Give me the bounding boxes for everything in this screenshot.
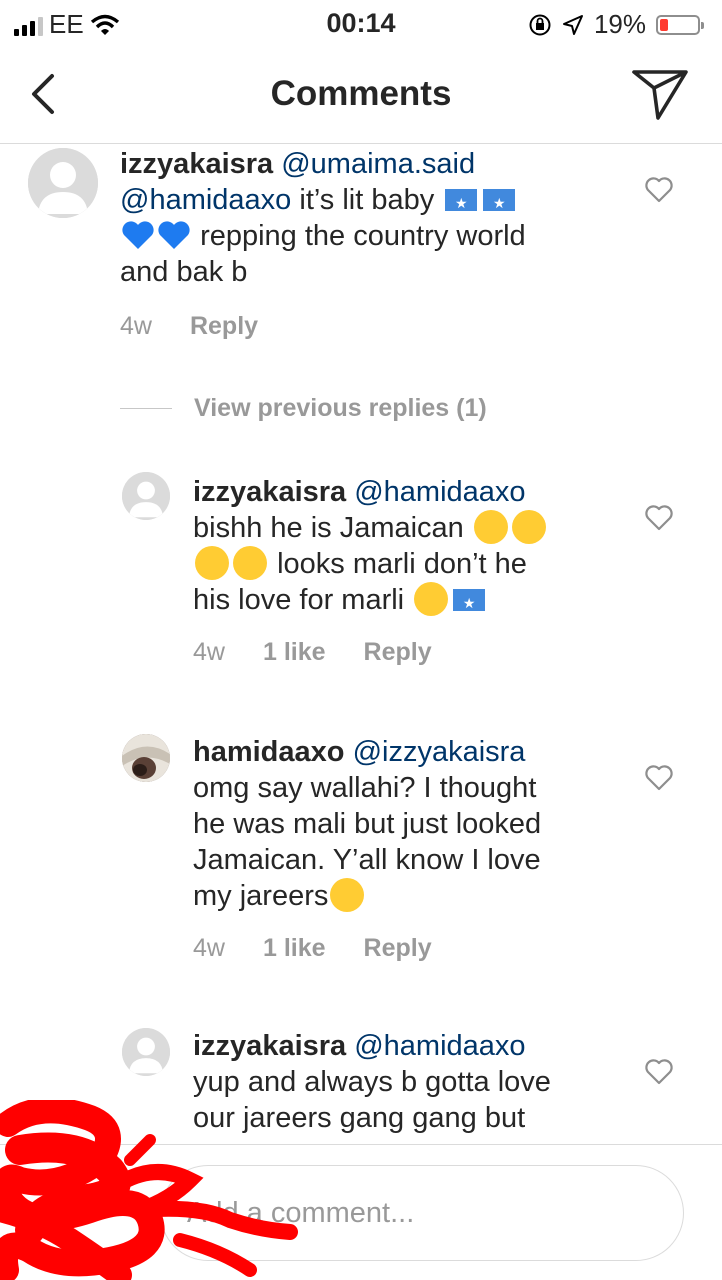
comment-text: my jareers (193, 880, 329, 912)
reply-button[interactable]: Reply (364, 934, 432, 963)
comment-mention[interactable]: @hamidaaxo (354, 1030, 525, 1062)
tears-of-joy-emoji (233, 546, 267, 580)
reply-item: izzyakaisra @hamidaaxo bishh he is Jamai… (0, 470, 722, 690)
comment-body: izzyakaisra @umaima.said @hamidaaxo it’s… (120, 146, 620, 290)
orientation-lock-icon (529, 14, 551, 35)
comment-text: omg say wallahi? I thought (193, 772, 537, 804)
blue-heart-emoji (122, 221, 154, 249)
reply-button[interactable]: Reply (190, 312, 258, 341)
status-right: 19% (528, 9, 704, 40)
comment-text: yup and always b gotta love (193, 1066, 551, 1098)
default-avatar-icon (28, 148, 98, 218)
reply-item: hamidaaxo @izzyakaisra omg say wallahi? … (0, 734, 722, 974)
comment-list[interactable]: izzyakaisra @umaima.said @hamidaaxo it’s… (0, 144, 722, 1144)
comment-input[interactable] (185, 1188, 659, 1238)
comment-meta: 4w 1 like Reply (193, 934, 432, 963)
avatar[interactable] (122, 734, 170, 782)
default-avatar-icon (122, 1028, 170, 1076)
divider-line (120, 408, 172, 409)
nav-header: Comments (0, 44, 722, 144)
likes-count[interactable]: 1 like (263, 934, 326, 963)
tears-of-joy-emoji (473, 510, 508, 544)
comment-bar (0, 1144, 722, 1280)
heart-icon[interactable] (644, 176, 674, 204)
avatar[interactable] (122, 1028, 170, 1076)
comment-body: izzyakaisra @hamidaaxo yup and always b … (193, 1028, 613, 1136)
comment-username[interactable]: izzyakaisra (193, 476, 346, 508)
view-previous-replies[interactable]: View previous replies (1) (120, 394, 487, 423)
battery-icon (656, 14, 704, 35)
somalia-flag-emoji (453, 585, 486, 621)
page-title: Comments (270, 74, 452, 113)
comment-meta: 4w Reply (120, 312, 258, 341)
avatar[interactable] (28, 148, 98, 218)
comment-text: he was mali but just looked (193, 808, 542, 840)
comment-mention[interactable]: @hamidaaxo (120, 184, 291, 216)
comment-text: our jareers gang gang but (193, 1102, 526, 1134)
tears-of-joy-emoji (195, 546, 229, 580)
comment-item: izzyakaisra @umaima.said @hamidaaxo it’s… (0, 144, 722, 384)
heart-eyes-emoji (330, 878, 365, 912)
comment-username[interactable]: hamidaaxo (193, 736, 345, 768)
heart-icon[interactable] (644, 764, 674, 792)
default-avatar-icon (122, 472, 170, 520)
profile-photo-icon (122, 734, 170, 782)
paper-plane-icon[interactable] (630, 66, 690, 122)
heart-icon[interactable] (644, 504, 674, 532)
tears-of-joy-emoji (511, 510, 546, 544)
comment-mention[interactable]: @umaima.said (281, 148, 475, 180)
comment-time: 4w (120, 312, 152, 340)
comment-username[interactable]: izzyakaisra (193, 1030, 346, 1062)
avatar[interactable] (122, 472, 170, 520)
status-bar: EE 00:14 19% (0, 0, 722, 44)
comment-text: repping the country world (200, 220, 526, 252)
likes-count[interactable]: 1 like (263, 638, 326, 667)
comment-username[interactable]: izzyakaisra (120, 148, 273, 180)
reply-button[interactable]: Reply (364, 638, 432, 667)
somalia-flag-emoji (483, 185, 516, 221)
comment-text: bishh he is Jamaican (193, 512, 464, 544)
comment-body: izzyakaisra @hamidaaxo bishh he is Jamai… (193, 474, 613, 621)
blue-heart-emoji (158, 221, 190, 249)
battery-percent: 19% (593, 9, 646, 39)
somalia-flag-emoji (445, 185, 478, 221)
comment-text: his love for marli (193, 584, 405, 616)
comment-mention[interactable]: @izzyakaisra (353, 736, 526, 768)
comment-time: 4w (193, 934, 225, 962)
heart-icon[interactable] (644, 1058, 674, 1086)
location-arrow-icon (562, 14, 583, 35)
heart-eyes-emoji (414, 582, 449, 616)
comment-text: and bak b (120, 256, 248, 288)
comment-text: it’s lit baby (291, 184, 435, 216)
comment-time: 4w (193, 638, 225, 666)
comment-meta: 4w 1 like Reply (193, 638, 432, 667)
view-previous-replies-label: View previous replies (1) (194, 394, 487, 422)
comment-body: hamidaaxo @izzyakaisra omg say wallahi? … (193, 734, 613, 914)
comment-text: looks marli don’t he (277, 548, 527, 580)
comment-text: Jamaican. Y’all know I love (193, 844, 541, 876)
comment-input-container[interactable] (160, 1165, 684, 1261)
comment-mention[interactable]: @hamidaaxo (354, 476, 525, 508)
reply-item: izzyakaisra @hamidaaxo yup and always b … (0, 1026, 722, 1144)
